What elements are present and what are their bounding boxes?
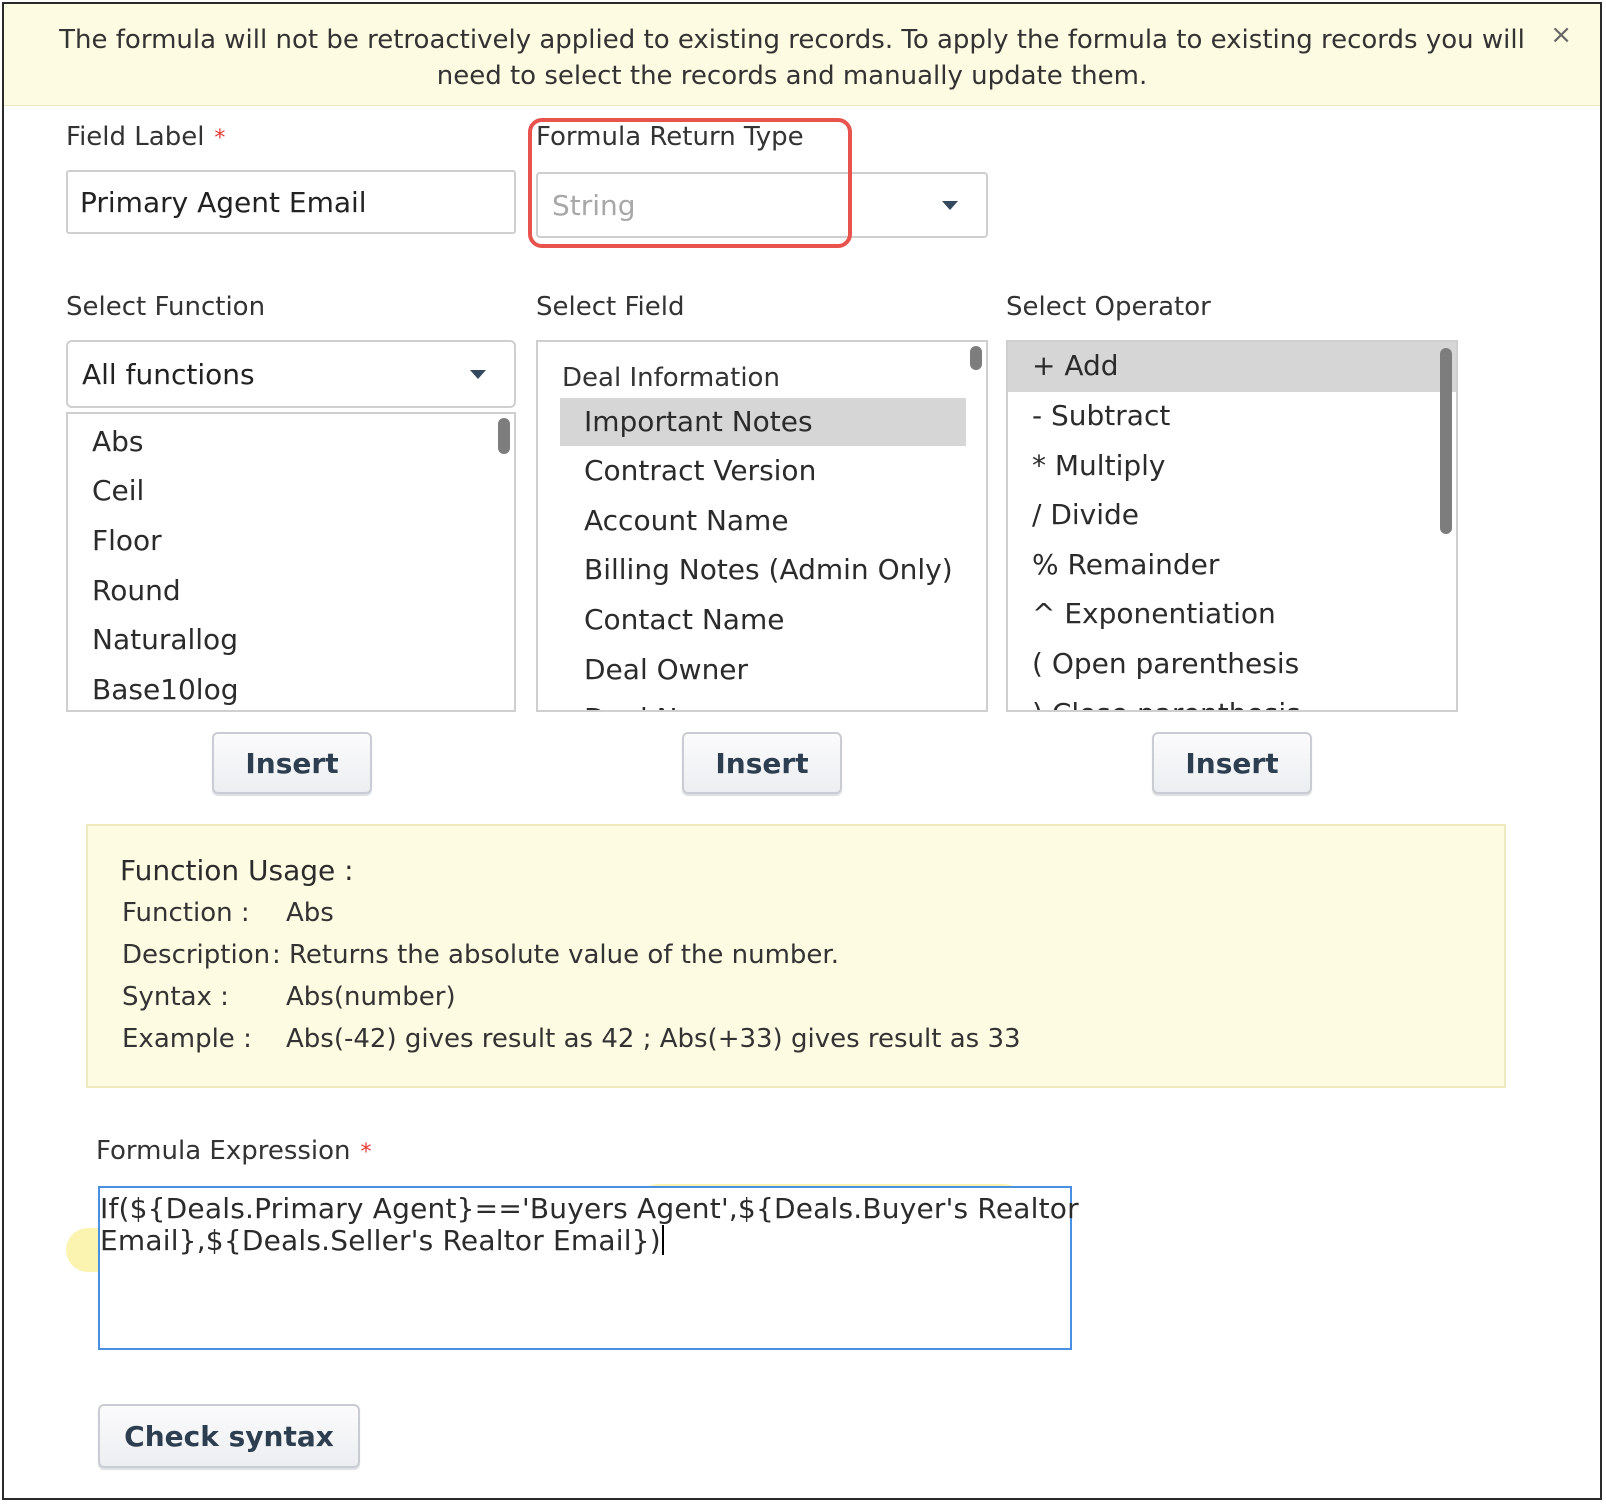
function-list-scrollbar[interactable] [498, 418, 510, 454]
select-field-label: Select Field [536, 292, 685, 322]
usage-key: Example : [122, 1024, 252, 1054]
usage-value: Abs(number) [286, 982, 456, 1012]
field-group-deal-information: Deal Information [562, 363, 780, 393]
insert-function-button[interactable]: Insert [212, 732, 372, 794]
formula-expression-textarea[interactable]: If(${Deals.Primary Agent}=='Buyers Agent… [98, 1186, 1079, 1350]
usage-row-description: Description : Returns the absolute value… [122, 940, 839, 970]
field-list[interactable]: Deal Information Important Notes Contrac… [536, 340, 988, 712]
function-item-floor[interactable]: Floor [68, 517, 490, 565]
chevron-down-icon [470, 370, 486, 379]
operator-item-open-parenthesis[interactable]: ( Open parenthesis [1008, 640, 1432, 688]
required-mark: * [360, 1140, 372, 1165]
function-category-select[interactable]: All functions [66, 340, 516, 408]
function-category-value: All functions [82, 357, 255, 391]
function-item-round[interactable]: Round [68, 567, 490, 615]
operator-item-close-parenthesis[interactable]: ) Close parenthesis [1008, 690, 1432, 710]
function-usage-title: Function Usage : [120, 854, 354, 887]
expression-line-1: If(${Deals.Primary Agent}=='Buyers Agent… [100, 1192, 1079, 1225]
return-type-value: String [552, 188, 636, 222]
function-item-naturallog[interactable]: Naturallog [68, 616, 490, 664]
expression-line-2: Email},${Deals.Seller's Realtor Email}) [100, 1224, 664, 1257]
function-item-abs[interactable]: Abs [68, 418, 490, 466]
function-item-ceil[interactable]: Ceil [68, 467, 490, 515]
function-list[interactable]: Abs Ceil Floor Round Naturallog Base10lo… [66, 412, 516, 712]
banner-message: The formula will not be retroactively ap… [59, 25, 1525, 91]
usage-key: Function : [122, 898, 250, 928]
field-label-value: Primary Agent Email [80, 185, 367, 219]
usage-key: Syntax : [122, 982, 229, 1012]
field-item-account-name[interactable]: Account Name [538, 497, 962, 545]
insert-field-button[interactable]: Insert [682, 732, 842, 794]
operator-item-add[interactable]: + Add [1008, 342, 1456, 392]
close-icon[interactable]: × [1550, 22, 1572, 48]
check-syntax-button[interactable]: Check syntax [98, 1404, 360, 1468]
return-type-select[interactable]: String [536, 172, 988, 238]
operator-list-scrollbar[interactable] [1440, 348, 1452, 534]
insert-operator-button[interactable]: Insert [1152, 732, 1312, 794]
usage-row-example: Example : Abs(-42) gives result as 42 ; … [122, 1024, 1021, 1054]
function-usage-panel: Function Usage : Function : Abs Descript… [86, 824, 1506, 1088]
formula-expression-heading: Formula Expression * [96, 1136, 372, 1166]
field-list-scrollbar[interactable] [970, 346, 982, 370]
formula-expression-label: Formula Expression [96, 1136, 351, 1166]
field-item-deal-name[interactable]: Deal Name [538, 695, 962, 710]
text-cursor [661, 1225, 664, 1255]
formula-field-dialog: The formula will not be retroactively ap… [2, 2, 1602, 1500]
select-function-label: Select Function [66, 292, 266, 322]
expression-text-highlighted: ',${Deals.Buyer's Realtor [720, 1192, 1079, 1225]
usage-value: Abs(-42) gives result as 42 ; Abs(+33) g… [286, 1024, 1021, 1054]
operator-item-subtract[interactable]: - Subtract [1008, 392, 1432, 440]
field-label-heading: Field Label * [66, 122, 225, 152]
required-mark: * [214, 126, 226, 151]
usage-value: : Returns the absolute value of the numb… [272, 940, 839, 970]
usage-key: Description [122, 940, 271, 970]
return-type-label: Formula Return Type [536, 122, 804, 152]
field-label-text: Field Label [66, 122, 205, 152]
field-item-deal-owner[interactable]: Deal Owner [538, 646, 962, 694]
field-item-contact-name[interactable]: Contact Name [538, 596, 962, 644]
field-item-billing-notes[interactable]: Billing Notes (Admin Only) [538, 546, 962, 594]
field-label-input[interactable]: Primary Agent Email [66, 170, 516, 234]
operator-item-multiply[interactable]: * Multiply [1008, 442, 1432, 490]
info-banner: The formula will not be retroactively ap… [4, 4, 1600, 106]
usage-value: Abs [286, 898, 334, 928]
operator-item-exponentiation[interactable]: ^ Exponentiation [1008, 590, 1432, 638]
expression-text: If(${Deals.Primary Agent}=='Buyers Agent [100, 1192, 721, 1225]
function-item-base10log[interactable]: Base10log [68, 666, 490, 710]
usage-row-function: Function : Abs [122, 898, 334, 928]
field-item-contract-version[interactable]: Contract Version [538, 447, 962, 495]
operator-item-divide[interactable]: / Divide [1008, 491, 1432, 539]
operator-item-remainder[interactable]: % Remainder [1008, 541, 1432, 589]
field-item-important-notes[interactable]: Important Notes [560, 398, 966, 446]
chevron-down-icon [942, 201, 958, 210]
select-operator-label: Select Operator [1006, 292, 1211, 322]
expression-text: Email},${Deals.Seller's Realtor Email}) [100, 1224, 661, 1257]
operator-list[interactable]: + Add - Subtract * Multiply / Divide % R… [1006, 340, 1458, 712]
usage-row-syntax: Syntax : Abs(number) [122, 982, 456, 1012]
